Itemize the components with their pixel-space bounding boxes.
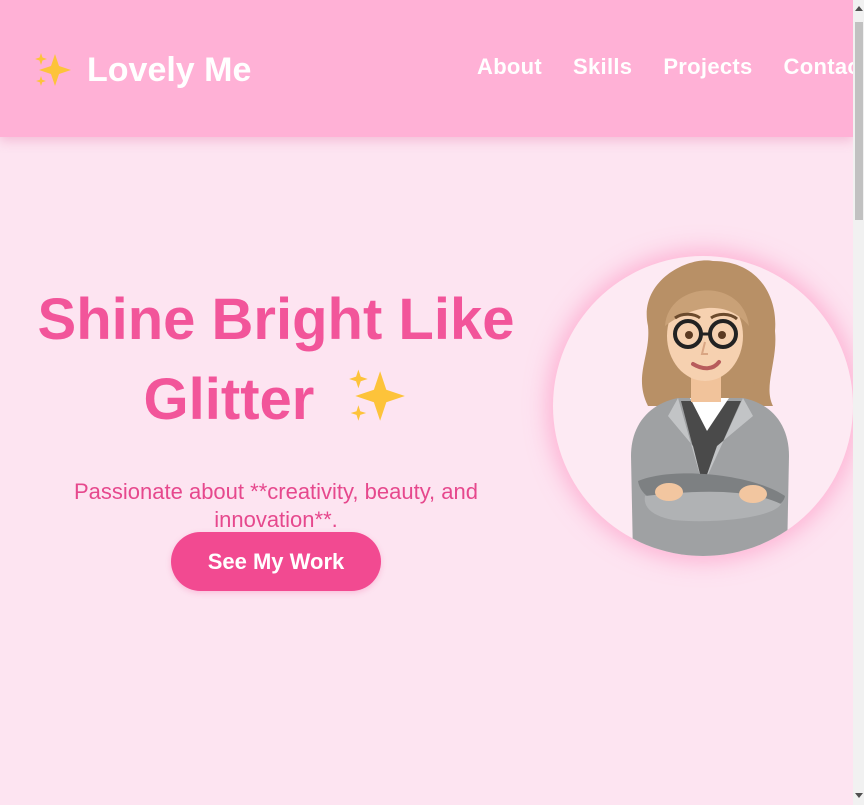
brand-name: Lovely Me	[87, 50, 252, 89]
hero-title-line1: Shine Bright Like	[37, 287, 515, 352]
brand-logo[interactable]: Lovely Me	[33, 50, 251, 90]
vertical-scrollbar[interactable]	[853, 0, 864, 805]
nav-link-about[interactable]: About	[477, 54, 542, 80]
cartoon-woman-avatar	[631, 260, 789, 556]
scroll-down-icon[interactable]	[855, 793, 863, 798]
sparkles-icon	[349, 369, 406, 421]
hero-title-line2: Glitter	[143, 367, 315, 432]
scrollbar-thumb[interactable]	[855, 22, 863, 220]
hero-subtitle: Passionate about **creativity, beauty, a…	[74, 479, 478, 532]
page-viewport: Lovely Me About Skills Projects Contact …	[0, 0, 853, 805]
nav-link-projects[interactable]: Projects	[663, 54, 752, 80]
profile-avatar	[553, 256, 853, 556]
sparkles-icon	[35, 53, 71, 86]
nav-link-contact[interactable]: Contact	[784, 54, 853, 80]
nav-menu: About Skills Projects Contact	[477, 54, 853, 80]
see-my-work-button[interactable]: See My Work	[171, 532, 381, 591]
hero-title: Shine Bright Like Glitter	[20, 280, 532, 440]
nav-link-skills[interactable]: Skills	[573, 54, 632, 80]
navbar: Lovely Me About Skills Projects Contact	[0, 0, 853, 137]
hero-section: Shine Bright Like Glitter Passionate abo…	[20, 280, 532, 534]
scroll-up-icon[interactable]	[855, 6, 863, 11]
